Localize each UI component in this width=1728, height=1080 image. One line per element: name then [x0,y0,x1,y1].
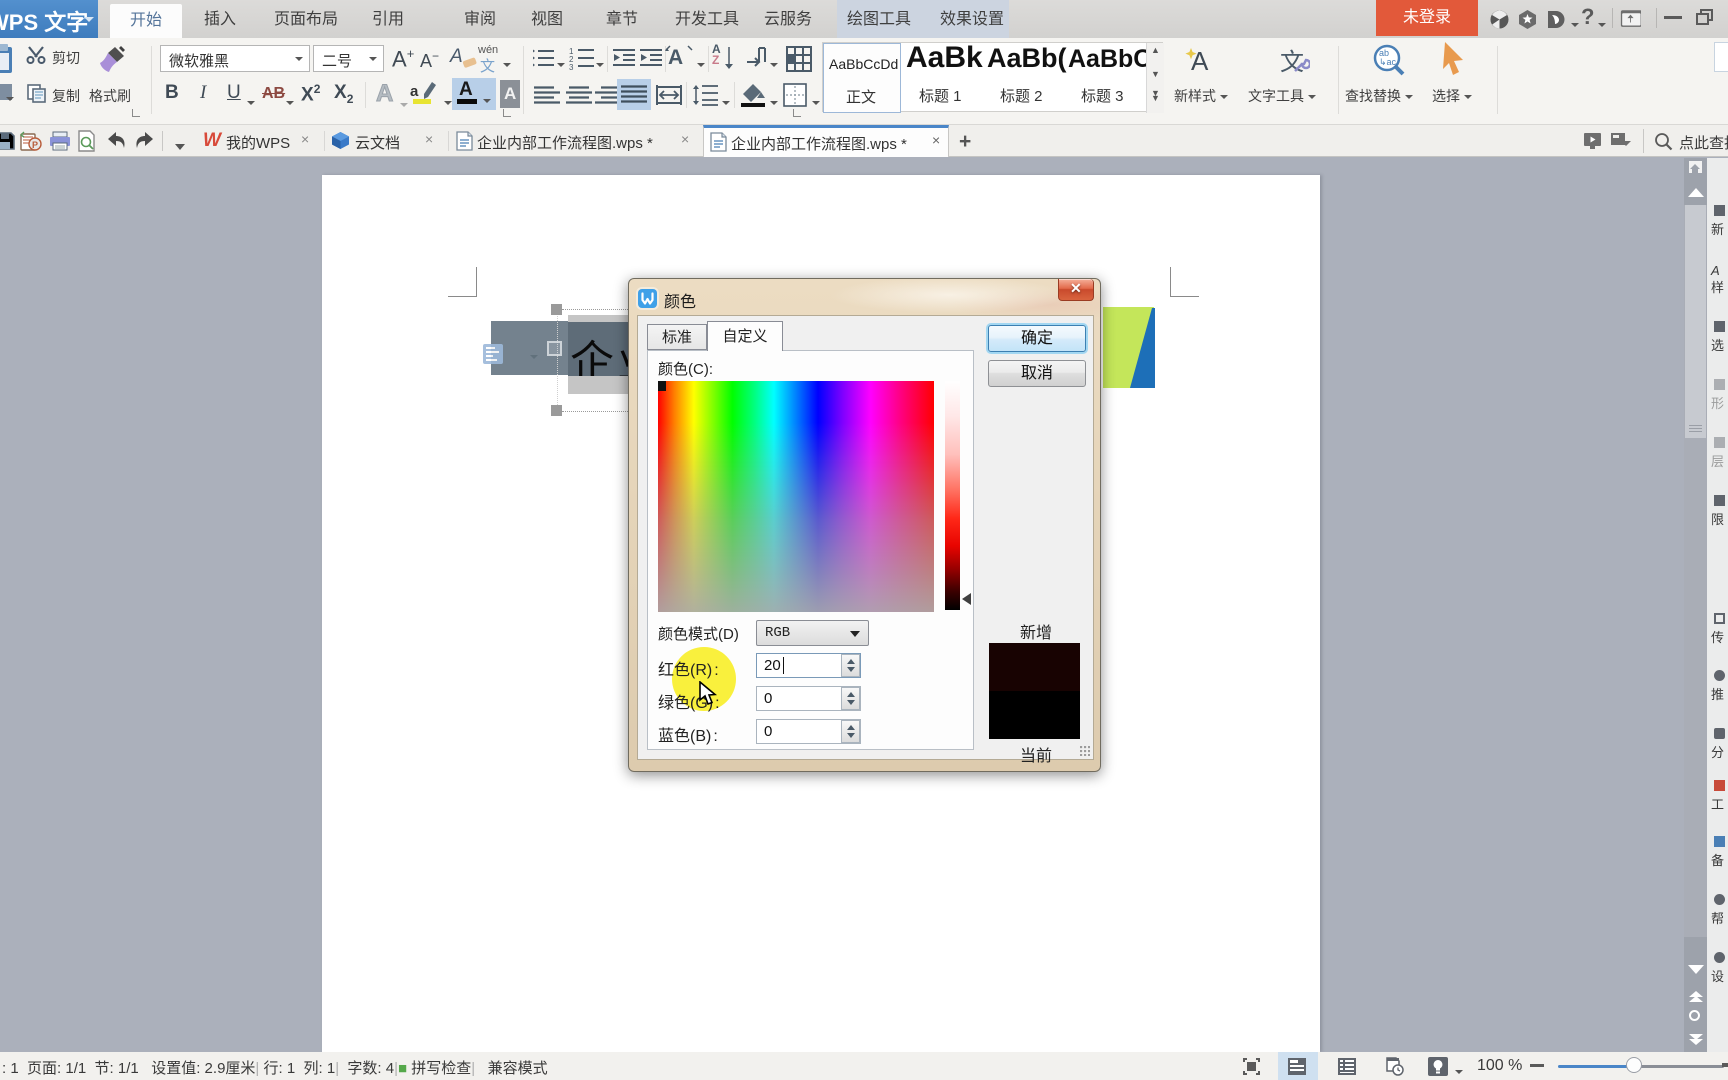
svg-text:3: 3 [569,63,574,70]
svg-text:P: P [32,140,38,150]
svg-text:↳ac: ↳ac [1379,57,1397,67]
svg-text:a: a [410,83,419,100]
svg-text:A: A [1191,46,1209,76]
